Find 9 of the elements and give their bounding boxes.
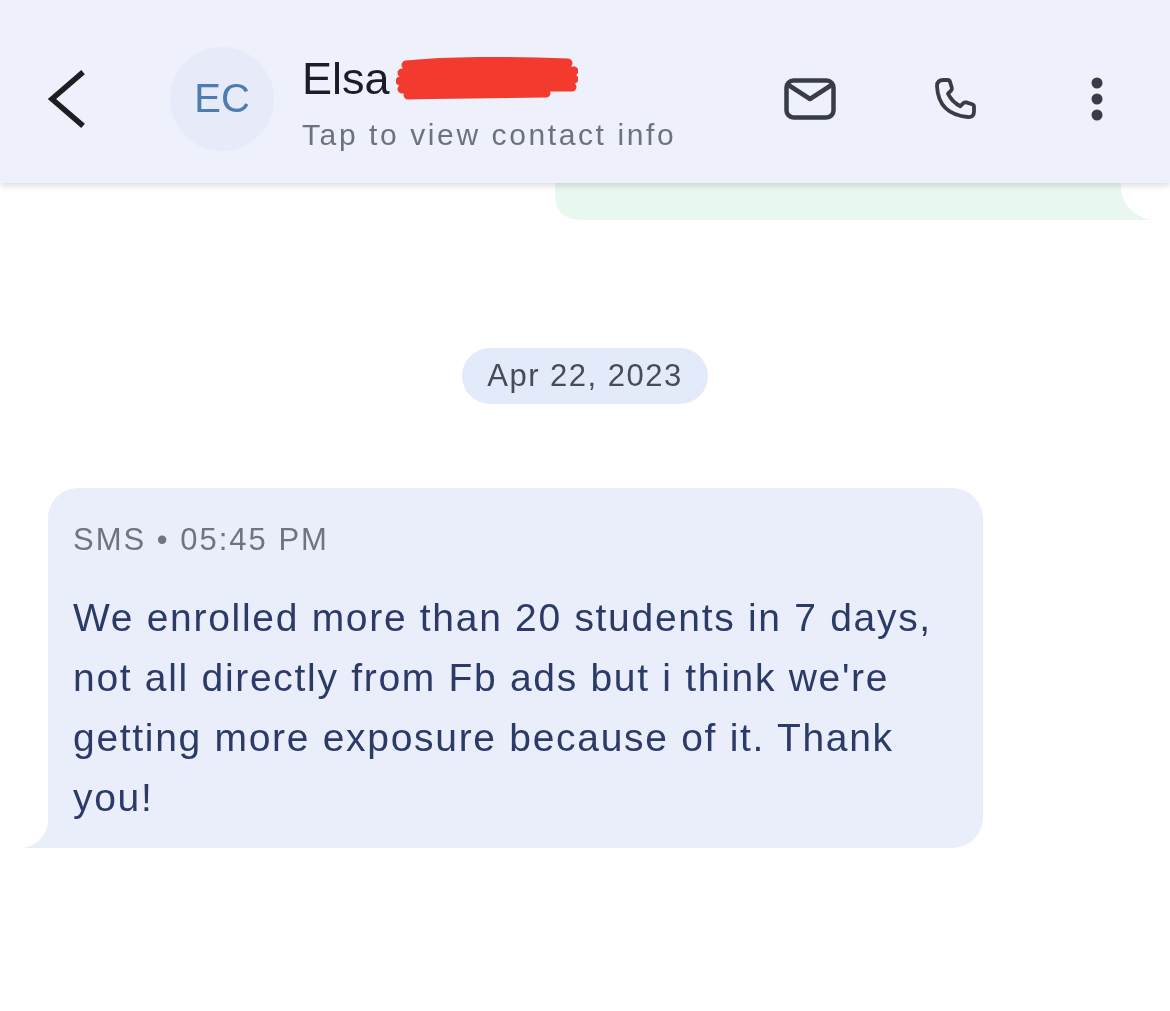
more-vert-icon xyxy=(1090,76,1104,121)
envelope-icon xyxy=(784,77,836,120)
contact-name[interactable]: Elsa xyxy=(302,53,390,104)
back-chevron-icon xyxy=(46,69,86,128)
message-meta: SMS • 05:45 PM xyxy=(73,521,330,559)
date-chip: Apr 22, 2023 xyxy=(462,348,708,404)
contact-info-hint[interactable]: Tap to view contact info xyxy=(302,114,780,155)
message-text: We enrolled more than 20 students in 7 days, not all directly from Fb ads but i think we're getting more exposure because of it. Thank you! xyxy=(73,595,933,821)
contact-avatar[interactable]: EC xyxy=(170,46,274,151)
